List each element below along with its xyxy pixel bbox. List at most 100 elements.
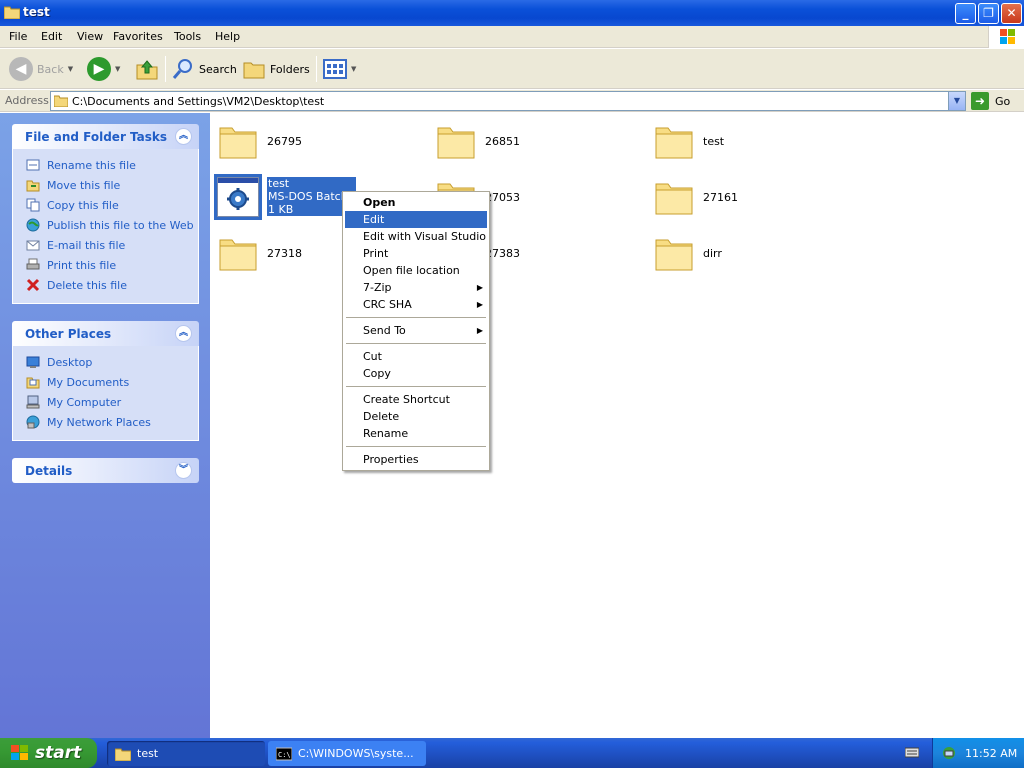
folder-item[interactable]: test <box>654 117 724 165</box>
collapse-icon[interactable]: ︽ <box>175 128 192 145</box>
task-email[interactable]: E-mail this file <box>13 235 198 255</box>
task-publish[interactable]: Publish this file to the Web <box>13 215 198 235</box>
views-button[interactable]: ▼ <box>323 55 356 83</box>
file-list: 26795 26851 test test MS-DOS Batch F 1 K… <box>210 113 1024 738</box>
menu-item-edit[interactable]: Edit <box>345 211 487 228</box>
panel-title: Details <box>25 464 73 478</box>
title-bar[interactable]: test _ ❐ ✕ <box>0 0 1024 26</box>
desktop-icon <box>25 354 41 370</box>
folder-item[interactable]: dirr <box>654 229 722 277</box>
network-status-icon[interactable] <box>941 745 957 761</box>
folder-item[interactable]: 27161 <box>654 173 738 221</box>
svg-text:C:\: C:\ <box>278 751 291 759</box>
menu-item-crc-sha[interactable]: CRC SHA ▶ <box>345 296 487 313</box>
panel-header[interactable]: Other Places ︽ <box>12 321 199 346</box>
place-my-network[interactable]: My Network Places <box>13 412 198 432</box>
folder-icon <box>115 748 131 761</box>
batch-file-icon[interactable] <box>214 174 262 220</box>
menu-help[interactable]: Help <box>215 30 240 43</box>
dropdown-arrow-icon[interactable]: ▼ <box>115 65 120 73</box>
task-pane: File and Folder Tasks ︽ Rename this file… <box>0 113 210 738</box>
toolbar-separator <box>316 56 317 82</box>
keyboard-icon[interactable] <box>905 746 919 758</box>
up-folder-button[interactable] <box>135 55 159 83</box>
folders-icon <box>243 62 265 79</box>
submenu-arrow-icon: ▶ <box>476 300 483 309</box>
place-my-computer[interactable]: My Computer <box>13 392 198 412</box>
go-arrow-icon: ➜ <box>971 92 989 110</box>
network-icon <box>25 414 41 430</box>
menu-item-edit-visual-studio[interactable]: Edit with Visual Studio <box>345 228 487 245</box>
menu-item-send-to[interactable]: Send To ▶ <box>345 322 487 339</box>
menu-item-open-file-location[interactable]: Open file location <box>345 262 487 279</box>
folder-icon <box>4 6 20 19</box>
toolbar-separator <box>165 56 166 82</box>
task-delete[interactable]: Delete this file <box>13 275 198 295</box>
address-dropdown-button[interactable]: ▼ <box>948 92 965 110</box>
task-move[interactable]: Move this file <box>13 175 198 195</box>
menu-item-properties[interactable]: Properties <box>345 451 487 468</box>
folder-icon <box>437 127 475 159</box>
computer-icon <box>25 394 41 410</box>
menu-item-rename[interactable]: Rename <box>345 425 487 442</box>
back-button[interactable]: ◀ Back ▼ <box>9 55 73 83</box>
task-copy[interactable]: Copy this file <box>13 195 198 215</box>
menu-item-delete[interactable]: Delete <box>345 408 487 425</box>
panel-header[interactable]: Details ︾ <box>12 458 199 483</box>
dropdown-arrow-icon[interactable]: ▼ <box>351 65 356 73</box>
address-input[interactable]: C:\Documents and Settings\VM2\Desktop\te… <box>50 91 966 111</box>
menu-edit[interactable]: Edit <box>41 30 62 43</box>
task-rename[interactable]: Rename this file <box>13 155 198 175</box>
menu-file[interactable]: File <box>9 30 27 43</box>
context-menu: Open Edit Edit with Visual Studio Print … <box>342 191 490 471</box>
menu-item-print[interactable]: Print <box>345 245 487 262</box>
copy-icon <box>25 197 41 213</box>
menu-favorites[interactable]: Favorites <box>113 30 163 43</box>
up-folder-icon <box>136 60 158 80</box>
forward-button[interactable]: ▶ ▼ <box>87 55 120 83</box>
start-button[interactable]: start <box>0 738 97 768</box>
search-button[interactable]: Search <box>171 55 237 83</box>
folder-item[interactable]: 26795 <box>218 117 302 165</box>
address-value: C:\Documents and Settings\VM2\Desktop\te… <box>72 95 325 108</box>
menu-item-open[interactable]: Open <box>345 194 487 211</box>
folder-item[interactable]: 26851 <box>436 117 520 165</box>
menu-item-create-shortcut[interactable]: Create Shortcut <box>345 391 487 408</box>
menu-item-cut[interactable]: Cut <box>345 348 487 365</box>
rename-icon <box>25 157 41 173</box>
go-button[interactable]: ➜ Go <box>971 91 1010 111</box>
folder-icon <box>655 239 693 271</box>
panel-header[interactable]: File and Folder Tasks ︽ <box>12 124 199 149</box>
panel-title: File and Folder Tasks <box>25 130 168 144</box>
windows-flag-icon <box>11 745 28 760</box>
menu-item-copy[interactable]: Copy <box>345 365 487 382</box>
minimize-button[interactable]: _ <box>955 3 976 24</box>
maximize-button[interactable]: ❐ <box>978 3 999 24</box>
printer-icon <box>25 257 41 273</box>
gear-icon <box>227 188 249 210</box>
move-icon <box>25 177 41 193</box>
collapse-icon[interactable]: ︽ <box>175 325 192 342</box>
submenu-arrow-icon: ▶ <box>476 283 483 292</box>
taskbar-item-cmd[interactable]: C:\ C:\WINDOWS\syste... <box>268 741 426 766</box>
menu-tools[interactable]: Tools <box>174 30 201 43</box>
task-print[interactable]: Print this file <box>13 255 198 275</box>
command-prompt-icon: C:\ <box>276 747 292 760</box>
close-button[interactable]: ✕ <box>1001 3 1022 24</box>
folder-item[interactable]: 27318 <box>218 229 302 277</box>
folder-icon <box>655 127 693 159</box>
taskbar-item-explorer[interactable]: test <box>107 741 265 766</box>
place-desktop[interactable]: Desktop <box>13 352 198 372</box>
menu-view[interactable]: View <box>77 30 103 43</box>
forward-arrow-icon: ▶ <box>87 57 111 81</box>
address-bar: Address C:\Documents and Settings\VM2\De… <box>0 90 1024 112</box>
place-my-documents[interactable]: My Documents <box>13 372 198 392</box>
dropdown-arrow-icon[interactable]: ▼ <box>68 65 73 73</box>
address-label: Address <box>5 94 49 107</box>
system-tray: 11:52 AM <box>932 738 1024 768</box>
folders-button[interactable]: Folders <box>242 55 310 83</box>
expand-icon[interactable]: ︾ <box>175 462 192 479</box>
window-title: test <box>23 5 50 19</box>
clock[interactable]: 11:52 AM <box>965 747 1017 760</box>
menu-item-7zip[interactable]: 7-Zip ▶ <box>345 279 487 296</box>
